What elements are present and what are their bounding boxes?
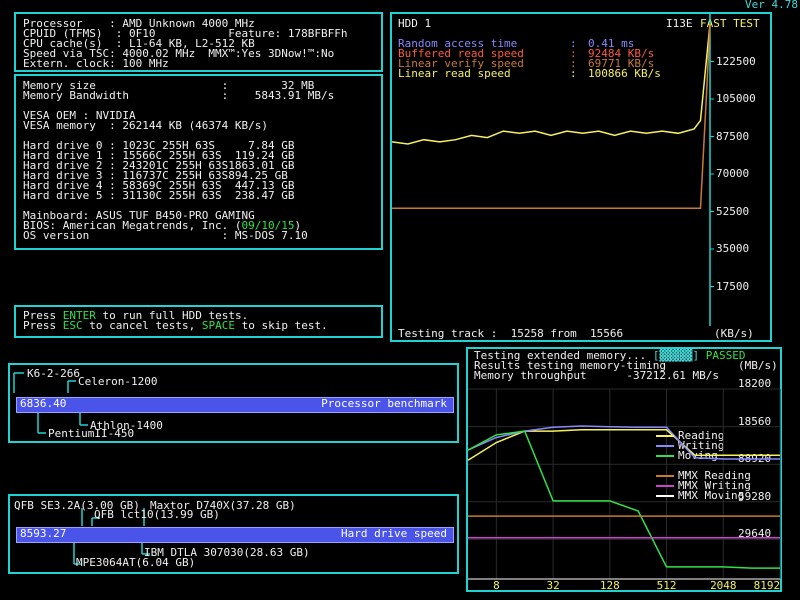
memory-x-tick-label: 2048 [710, 579, 737, 592]
instruction-text: Press [23, 319, 63, 332]
cpu-info-panel: Processor : AMD Unknown 4000 MHz CPUID (… [14, 12, 383, 72]
hdd-benchmark-value: 8593.27 [20, 527, 67, 540]
space-key-label: SPACE [201, 319, 235, 332]
instruction-text: to cancel tests, [82, 319, 202, 332]
memory-x-tick-label: 512 [656, 579, 677, 592]
hdd-chart-footer: Testing track : 15258 from 15566 [398, 327, 624, 340]
memory-bandwidth-line: Memory Bandwidth : 5843.91 MB/s [23, 89, 335, 102]
memory-x-tick-label: 128 [599, 579, 620, 592]
memory-chart-panel: Testing extended memory... [▓▓▓▓▓] PASSE… [466, 347, 782, 592]
instructions-panel: Press ENTER to run full HDD tests. Press… [14, 305, 383, 338]
system-info-panel: Memory size : 32 MB Memory Bandwidth : 5… [14, 74, 383, 250]
hdd-chart-unit: (KB/s) [714, 327, 754, 340]
memory-x-tick-label: 8 [493, 579, 500, 592]
memory-x-tick-label: 8192 [753, 579, 781, 592]
extern-clock-line: Extern. clock: 100 MHz [23, 57, 169, 70]
cpu-benchmark-panel: K6-2-266 Celeron-1200 6836.40 Processor … [8, 363, 459, 443]
memory-x-tick-label: 32 [546, 579, 560, 592]
vesa-memory-line: VESA memory : 262144 KB (46374 KB/s) [23, 119, 269, 132]
memory-series-line [468, 425, 780, 460]
memory-chart-plot [468, 388, 781, 580]
hdd-series-line [392, 23, 711, 145]
hdd-ref-label: MPE3064AT(6.04 GB) [76, 556, 196, 569]
cpu-ref-label: PentiumII-450 [48, 427, 135, 440]
hdd-chart-panel: HDD 1 I13E FAST TEST Random access time … [390, 12, 772, 342]
cpu-ref-label: Celeron-1200 [78, 375, 158, 388]
cpu-benchmark-value: 6836.40 [20, 397, 67, 410]
cpu-benchmark-label: Processor benchmark [321, 397, 447, 410]
hdd-series-line [392, 23, 711, 210]
instruction-line-2: Press ESC to cancel tests, SPACE to skip… [23, 319, 328, 332]
version-label: Ver 4.78 [745, 0, 798, 11]
cpu-ref-label: K6-2-266 [27, 367, 80, 380]
memory-series-line [468, 429, 780, 461]
instruction-text: to skip test. [234, 319, 328, 332]
hdd-chart-plot [392, 14, 714, 326]
os-version-line: OS version : MS-DOS 7.10 [23, 229, 308, 242]
hdd-benchmark-label: Hard drive speed [341, 527, 447, 540]
esc-key-label: ESC [62, 319, 83, 332]
hdd-ref-label: QFB lct10(13.99 GB) [94, 508, 220, 521]
hard-drive-speed-bar: 8593.27 Hard drive speed [16, 527, 454, 543]
hard-drive-5-line: Hard drive 5 : 31130C 255H 63S 238.47 GB [23, 189, 295, 202]
hdd-benchmark-panel: QFB SE3.2A(3.00 GB) Maxtor D740X(37.28 G… [8, 494, 459, 574]
processor-benchmark-bar: 6836.40 Processor benchmark [16, 397, 454, 413]
memory-series-line [468, 430, 780, 569]
